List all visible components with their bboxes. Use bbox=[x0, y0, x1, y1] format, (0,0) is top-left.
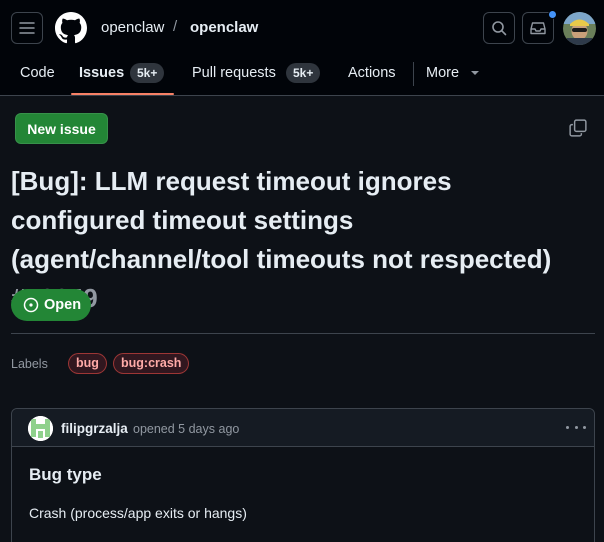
breadcrumb-repo[interactable]: openclaw bbox=[190, 19, 258, 36]
kebab-horizontal-icon[interactable] bbox=[566, 419, 586, 435]
inbox-icon bbox=[530, 22, 546, 35]
menu-button[interactable] bbox=[11, 12, 43, 44]
divider bbox=[11, 333, 595, 334]
selected-tab-underline bbox=[71, 93, 174, 95]
comment-heading: Bug type bbox=[29, 465, 102, 484]
issue-state-label: Open bbox=[44, 297, 82, 313]
tab-divider bbox=[413, 62, 414, 86]
issue-state-badge: Open bbox=[11, 289, 91, 321]
tab-code[interactable]: Code bbox=[20, 65, 55, 81]
issue-title: [Bug]: LLM request timeout ignores confi… bbox=[11, 162, 591, 318]
issue-opened-icon bbox=[23, 297, 39, 313]
new-issue-button[interactable]: New issue bbox=[15, 113, 108, 144]
comment-timestamp: opened 5 days ago bbox=[133, 422, 240, 436]
notification-indicator bbox=[548, 10, 557, 19]
breadcrumb-owner[interactable]: openclaw bbox=[101, 19, 164, 36]
comment-header: filipgrzalja opened 5 days ago bbox=[12, 409, 594, 447]
tab-more[interactable]: More bbox=[426, 65, 459, 81]
pull-requests-counter: 5k+ bbox=[286, 63, 321, 83]
user-avatar[interactable] bbox=[563, 12, 596, 45]
github-mark-icon[interactable] bbox=[55, 12, 87, 44]
label-bug[interactable]: bug bbox=[68, 353, 107, 374]
issue-title-text: [Bug]: LLM request timeout ignores confi… bbox=[11, 166, 552, 274]
search-icon bbox=[492, 21, 507, 36]
tab-actions[interactable]: Actions bbox=[348, 65, 396, 81]
issues-counter: 5k+ bbox=[130, 63, 165, 83]
tab-pull-requests[interactable]: Pull requests bbox=[192, 65, 276, 81]
repo-tab-nav: Code Issues 5k+ Pull requests 5k+ Action… bbox=[0, 56, 604, 96]
tab-issues[interactable]: Issues bbox=[79, 65, 124, 81]
breadcrumb-separator: / bbox=[173, 18, 178, 35]
labels-heading: Labels bbox=[11, 357, 48, 371]
label-bug-crash[interactable]: bug:crash bbox=[113, 353, 190, 374]
copy-icon[interactable] bbox=[569, 119, 587, 137]
author-avatar[interactable] bbox=[28, 416, 53, 441]
comment-body-text: Crash (process/app exits or hangs) bbox=[29, 505, 247, 521]
chevron-down-icon bbox=[471, 71, 479, 75]
comment-author[interactable]: filipgrzalja bbox=[61, 421, 128, 436]
app-header: openclaw / openclaw bbox=[0, 0, 604, 56]
search-button[interactable] bbox=[483, 12, 515, 44]
hamburger-menu-icon bbox=[19, 22, 35, 34]
issue-body-comment: filipgrzalja opened 5 days ago Bug type … bbox=[11, 408, 595, 542]
